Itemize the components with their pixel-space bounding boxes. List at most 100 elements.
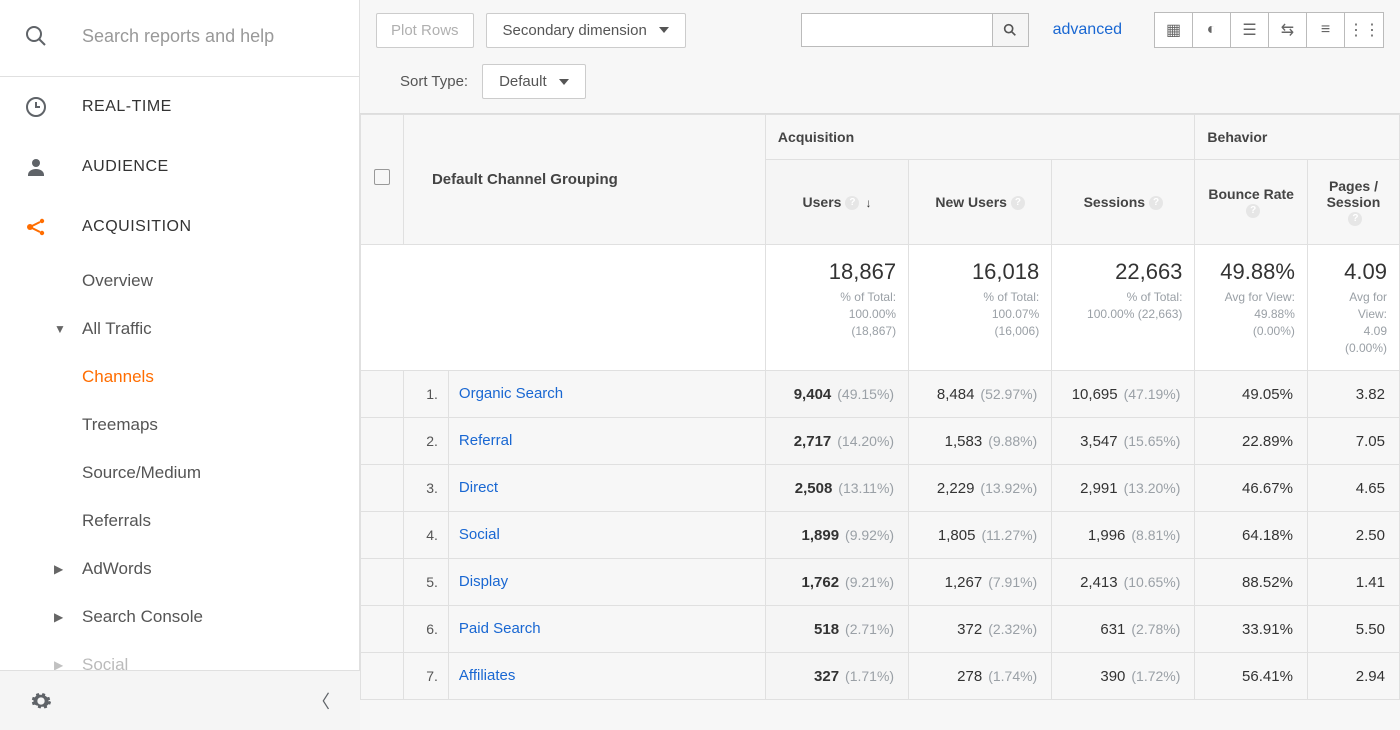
cell-users: 327(1.71%) (765, 653, 908, 700)
cell-sessions: 631(2.78%) (1052, 606, 1195, 653)
row-index: 3. (403, 465, 448, 512)
cell-sessions: 2,991(13.20%) (1052, 465, 1195, 512)
cell-pages: 2.94 (1307, 653, 1399, 700)
nav-realtime[interactable]: REAL-TIME (0, 77, 359, 137)
chevron-down-icon: ▼ (54, 322, 68, 336)
help-icon[interactable]: ? (1149, 196, 1163, 210)
cell-new-users: 2,229(13.92%) (909, 465, 1052, 512)
row-index: 7. (403, 653, 448, 700)
table-row: 3. Direct 2,508(13.11%)2,229(13.92%)2,991(… (361, 465, 1400, 512)
secondary-dimension-dropdown[interactable]: Secondary dimension (486, 13, 686, 48)
main-content: Plot Rows Secondary dimension advanced ▦… (360, 0, 1400, 730)
cell-sessions: 2,413(10.65%) (1052, 559, 1195, 606)
row-index: 2. (403, 418, 448, 465)
cell-bounce: 56.41% (1195, 653, 1307, 700)
cell-bounce: 64.18% (1195, 512, 1307, 559)
view-pivot-icon[interactable]: ≡ (1307, 13, 1345, 47)
acquisition-icon (24, 215, 48, 239)
col-pages-header[interactable]: Pages / Session? (1307, 160, 1399, 245)
cell-bounce: 33.91% (1195, 606, 1307, 653)
row-index: 4. (403, 512, 448, 559)
cell-new-users: 1,267(7.91%) (909, 559, 1052, 606)
col-group-behavior: Behavior (1195, 115, 1400, 160)
view-buttons: ▦ ◐ ☰ ⇆ ≡ ⋮⋮ (1154, 12, 1384, 48)
sidebar-item-label: Source/Medium (82, 463, 201, 483)
acquisition-subitems: Overview ▼All Traffic Channels Treemaps … (0, 257, 359, 689)
nav-acquisition[interactable]: ACQUISITION (0, 197, 359, 257)
data-table: Default Channel Grouping Acquisition Beh… (360, 113, 1400, 700)
search-icon (24, 24, 48, 48)
channel-link[interactable]: Affiliates (459, 667, 515, 684)
col-bounce-header[interactable]: Bounce Rate? (1195, 160, 1307, 245)
cell-new-users: 278(1.74%) (909, 653, 1052, 700)
cell-new-users: 1,583(9.88%) (909, 418, 1052, 465)
cell-sessions: 1,996(8.81%) (1052, 512, 1195, 559)
table-row: 4. Social 1,899(9.92%)1,805(11.27%)1,996(8… (361, 512, 1400, 559)
sidebar-item-label: Search Console (82, 607, 203, 627)
search-field[interactable] (802, 14, 992, 46)
view-table-icon[interactable]: ▦ (1155, 13, 1193, 47)
nav-label: AUDIENCE (82, 158, 169, 176)
cell-bounce: 46.67% (1195, 465, 1307, 512)
row-index: 5. (403, 559, 448, 606)
col-newusers-header[interactable]: New Users? (909, 160, 1052, 245)
sidebar-item-all-traffic[interactable]: ▼All Traffic (82, 305, 359, 353)
sidebar-item-adwords[interactable]: ▶AdWords (82, 545, 359, 593)
toolbar-secondary: Sort Type: Default (360, 60, 1400, 113)
cell-new-users: 1,805(11.27%) (909, 512, 1052, 559)
toolbar-primary: Plot Rows Secondary dimension advanced ▦… (360, 0, 1400, 60)
table-row: 7.Affiliates327(1.71%)278(1.74%)390(1.72… (361, 653, 1400, 700)
sort-type-dropdown[interactable]: Default (482, 64, 586, 99)
channel-link[interactable]: Social (459, 526, 500, 543)
view-bars-icon[interactable]: ☰ (1231, 13, 1269, 47)
sidebar-item-search-console[interactable]: ▶Search Console (82, 593, 359, 641)
channel-link[interactable]: Display (459, 573, 508, 590)
help-icon[interactable]: ? (1011, 196, 1025, 210)
collapse-icon[interactable]: 〈 (312, 688, 330, 714)
channel-link[interactable]: Paid Search (459, 620, 541, 637)
sidebar-item-label: All Traffic (82, 319, 152, 339)
sort-type-label: Sort Type: (400, 73, 468, 90)
search-button[interactable] (992, 14, 1028, 46)
sidebar-item-treemaps[interactable]: Treemaps (82, 401, 359, 449)
help-icon[interactable]: ? (1246, 204, 1260, 218)
table-row: 2.Referral2,717(14.20%)1,583(9.88%)3,547… (361, 418, 1400, 465)
col-sessions-header[interactable]: Sessions? (1052, 160, 1195, 245)
sidebar-item-label: AdWords (82, 559, 152, 579)
table-search[interactable] (801, 13, 1029, 47)
sidebar-bottom: 〈 (0, 670, 360, 730)
channel-link[interactable]: Organic Search (459, 385, 563, 402)
cell-pages: 1.41 (1307, 559, 1399, 606)
channel-link[interactable]: Referral (459, 432, 512, 449)
cell-users: 518(2.71%) (765, 606, 908, 653)
sidebar-item-label: Overview (82, 271, 153, 291)
search-input[interactable]: Search reports and help (0, 0, 359, 77)
caret-down-icon (559, 79, 569, 85)
plot-rows-button[interactable]: Plot Rows (376, 13, 474, 48)
cell-users: 2,508(13.11%) (765, 465, 908, 512)
table-row: 5.Display1,762(9.21%)1,267(7.91%)2,413(1… (361, 559, 1400, 606)
nav-audience[interactable]: AUDIENCE (0, 137, 359, 197)
view-cloud-icon[interactable]: ⋮⋮ (1345, 13, 1383, 47)
col-users-header[interactable]: Users?↓ (765, 160, 908, 245)
row-index: 6. (403, 606, 448, 653)
cell-users: 9,404(49.15%) (765, 371, 908, 418)
view-pie-icon[interactable]: ◐ (1193, 13, 1231, 47)
sidebar-item-referrals[interactable]: Referrals (82, 497, 359, 545)
cell-users: 1,899(9.92%) (765, 512, 908, 559)
col-channel-header[interactable]: Default Channel Grouping (403, 115, 765, 245)
sidebar-item-overview[interactable]: Overview (82, 257, 359, 305)
sidebar-item-channels[interactable]: Channels (82, 353, 359, 401)
select-all-checkbox[interactable] (374, 169, 390, 185)
sort-desc-icon: ↓ (865, 196, 871, 210)
help-icon[interactable]: ? (1348, 212, 1362, 226)
totals-row: 18,867% of Total:100.00%(18,867) 16,018%… (361, 245, 1400, 371)
nav-label: REAL-TIME (82, 98, 172, 116)
row-index: 1. (403, 371, 448, 418)
sidebar-item-source-medium[interactable]: Source/Medium (82, 449, 359, 497)
advanced-link[interactable]: advanced (1053, 21, 1122, 39)
view-compare-icon[interactable]: ⇆ (1269, 13, 1307, 47)
channel-link[interactable]: Direct (459, 479, 498, 496)
help-icon[interactable]: ? (845, 196, 859, 210)
gear-icon[interactable] (30, 690, 52, 712)
